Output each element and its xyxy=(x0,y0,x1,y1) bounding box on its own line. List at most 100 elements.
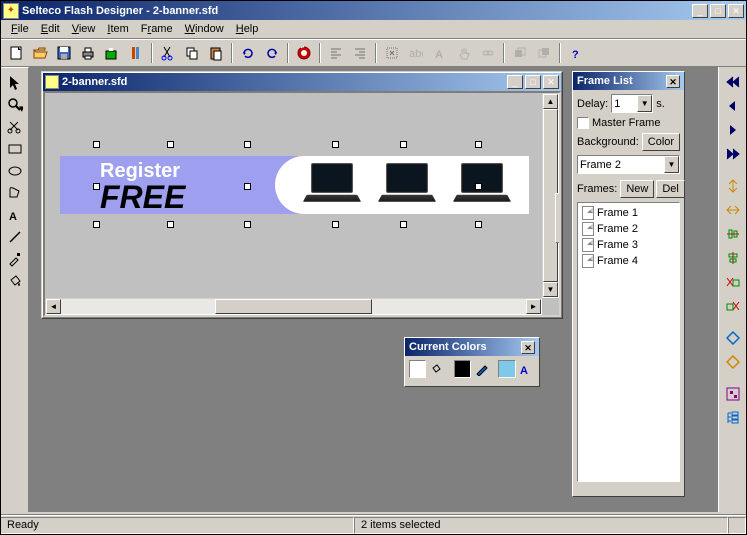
text-tool[interactable]: A xyxy=(4,204,26,226)
library-button[interactable] xyxy=(125,42,147,64)
frame-list-item[interactable]: Frame 1 xyxy=(580,205,677,221)
new-frame-button[interactable]: New xyxy=(620,180,654,198)
menu-view[interactable]: View xyxy=(66,21,102,37)
document-canvas[interactable]: Register FREE xyxy=(43,91,561,317)
menu-frame[interactable]: Frame xyxy=(135,21,179,37)
colors-panel-title[interactable]: Current Colors ✕ xyxy=(405,338,539,356)
menu-item[interactable]: Item xyxy=(101,21,134,37)
open-button[interactable] xyxy=(29,42,51,64)
document-titlebar[interactable]: 2-banner.sfd _ □ ✕ xyxy=(43,73,561,91)
align-a-button[interactable] xyxy=(722,271,744,293)
selection-handle[interactable] xyxy=(475,183,482,190)
selection-handle[interactable] xyxy=(475,141,482,148)
line-pen-icon[interactable] xyxy=(473,360,490,378)
text-color-swatch[interactable] xyxy=(498,360,515,378)
frame-panel-title[interactable]: Frame List ✕ xyxy=(573,72,684,90)
selection-handle[interactable] xyxy=(167,141,174,148)
diamond-blue-button[interactable] xyxy=(722,327,744,349)
align-b-button[interactable] xyxy=(722,295,744,317)
horizontal-scrollbar[interactable]: ◄► xyxy=(45,298,542,315)
layer-up-button[interactable] xyxy=(509,42,531,64)
preview-button[interactable] xyxy=(293,42,315,64)
tree-view-button[interactable] xyxy=(722,407,744,429)
new-button[interactable] xyxy=(5,42,27,64)
menu-window[interactable]: Window xyxy=(179,21,230,37)
delete-frame-button[interactable]: Del xyxy=(656,180,685,198)
scissors-tool[interactable] xyxy=(4,116,26,138)
layer-down-button[interactable] xyxy=(533,42,555,64)
current-colors-panel[interactable]: Current Colors ✕ A xyxy=(404,337,540,387)
undo-button[interactable] xyxy=(237,42,259,64)
ellipse-tool[interactable] xyxy=(4,160,26,182)
status-grip[interactable] xyxy=(728,517,746,534)
selection-handle[interactable] xyxy=(93,221,100,228)
paste-button[interactable] xyxy=(205,42,227,64)
fill-color-swatch[interactable] xyxy=(409,360,426,378)
align-left-button[interactable] xyxy=(325,42,347,64)
help-button[interactable]: ? xyxy=(565,42,587,64)
hand-tool-button[interactable] xyxy=(453,42,475,64)
selection-handle[interactable] xyxy=(244,141,251,148)
rectangle-tool[interactable] xyxy=(4,138,26,160)
abc-button[interactable]: abc xyxy=(405,42,427,64)
frames-list[interactable]: Frame 1 Frame 2 Frame 3 Frame 4 xyxy=(577,202,680,482)
selection-handle[interactable] xyxy=(93,183,100,190)
diamond-gold-button[interactable] xyxy=(722,351,744,373)
master-frame-checkbox[interactable] xyxy=(577,117,589,129)
copy-button[interactable] xyxy=(181,42,203,64)
menu-edit[interactable]: Edit xyxy=(35,21,66,37)
next-frame-button[interactable] xyxy=(722,119,744,141)
selection-handle[interactable] xyxy=(332,221,339,228)
minimize-button[interactable]: _ xyxy=(692,4,708,18)
frame-panel-close-button[interactable]: ✕ xyxy=(666,75,680,88)
polygon-tool[interactable] xyxy=(4,182,26,204)
selection-handle[interactable] xyxy=(400,141,407,148)
dropdown-arrow-icon[interactable]: ▼ xyxy=(637,95,652,112)
line-tool[interactable] xyxy=(4,226,26,248)
frame-list-item[interactable]: Frame 3 xyxy=(580,237,677,253)
selection-handle[interactable] xyxy=(244,221,251,228)
redo-button[interactable] xyxy=(261,42,283,64)
text-color-icon[interactable]: A xyxy=(518,360,535,378)
center-v-button[interactable] xyxy=(722,247,744,269)
doc-minimize-button[interactable]: _ xyxy=(507,75,523,89)
doc-maximize-button[interactable]: □ xyxy=(525,75,541,89)
menu-file[interactable]: File xyxy=(5,21,35,37)
delay-dropdown[interactable]: 1 ▼ xyxy=(611,94,653,113)
fill-bucket-icon[interactable] xyxy=(428,360,445,378)
cut-button[interactable] xyxy=(157,42,179,64)
last-frame-button[interactable] xyxy=(722,143,744,165)
eyedropper-tool[interactable] xyxy=(4,248,26,270)
dropdown-arrow-icon[interactable]: ▼ xyxy=(664,156,679,173)
frame-dropdown[interactable]: Frame 2 ▼ xyxy=(577,155,680,174)
link-button[interactable] xyxy=(477,42,499,64)
guide-h-button[interactable] xyxy=(722,175,744,197)
doc-close-button[interactable]: ✕ xyxy=(543,75,559,89)
frame-list-item[interactable]: Frame 4 xyxy=(580,253,677,269)
guide-v-button[interactable] xyxy=(722,199,744,221)
first-frame-button[interactable] xyxy=(722,71,744,93)
color-button[interactable]: Color xyxy=(642,133,680,151)
object-tree-button[interactable] xyxy=(722,383,744,405)
pointer-tool[interactable] xyxy=(4,72,26,94)
selection-handle[interactable] xyxy=(167,221,174,228)
import-button[interactable] xyxy=(101,42,123,64)
maximize-button[interactable]: □ xyxy=(710,4,726,18)
print-button[interactable] xyxy=(77,42,99,64)
frame-list-item[interactable]: Frame 2 xyxy=(580,221,677,237)
selection-handle[interactable] xyxy=(475,221,482,228)
group-button[interactable] xyxy=(381,42,403,64)
canvas-splitter[interactable] xyxy=(555,193,561,243)
selection-handle[interactable] xyxy=(93,141,100,148)
prev-frame-button[interactable] xyxy=(722,95,744,117)
banner-artwork[interactable]: Register FREE xyxy=(60,156,529,214)
zoom-tool[interactable]: ▾ xyxy=(4,94,26,116)
selection-handle[interactable] xyxy=(244,183,251,190)
colors-panel-close-button[interactable]: ✕ xyxy=(521,341,535,354)
line-color-swatch[interactable] xyxy=(454,360,471,378)
align-right-button[interactable] xyxy=(349,42,371,64)
bucket-tool[interactable] xyxy=(4,270,26,292)
save-button[interactable] xyxy=(53,42,75,64)
center-h-button[interactable] xyxy=(722,223,744,245)
close-button[interactable]: ✕ xyxy=(728,4,744,18)
